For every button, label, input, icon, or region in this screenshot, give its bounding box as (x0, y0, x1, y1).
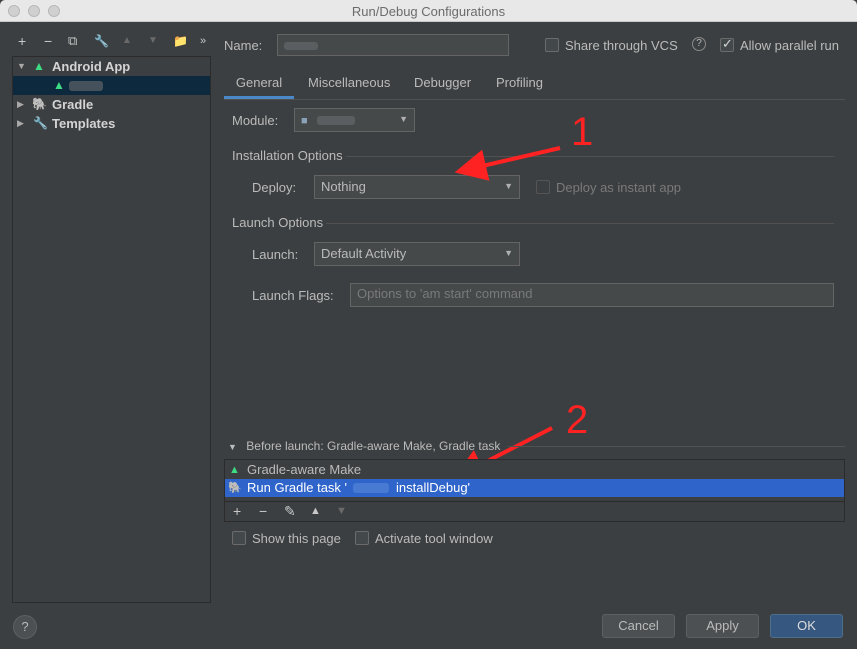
android-icon: ▲ (229, 464, 240, 476)
list-item-label: Run Gradle task ' (247, 480, 348, 495)
gradle-icon: 🐘 (228, 482, 242, 494)
annotation-arrows (452, 146, 561, 479)
run-debug-dialog: Run/Debug Configurations + − ⧉ 🔧 ▲ ▼ 📁 »… (0, 0, 857, 649)
annotation-number-1: 1 (571, 110, 594, 154)
activate-tool-window-checkbox[interactable] (355, 531, 369, 545)
add-task-icon[interactable]: + (233, 503, 241, 519)
help-button[interactable]: ? (13, 615, 37, 639)
ok-button[interactable]: OK (770, 614, 843, 638)
before-launch-title: Before launch: Gradle-aware Make, Gradle… (246, 439, 501, 453)
edit-task-pencil-icon[interactable]: ✎ (284, 503, 296, 520)
show-page-checkbox[interactable] (232, 531, 246, 545)
before-launch-header[interactable]: ▼ Before launch: Gradle-aware Make, Grad… (228, 439, 500, 453)
activate-tool-window-label: Activate tool window (375, 531, 493, 546)
move-down-icon[interactable]: ▼ (336, 505, 347, 517)
list-item-label: Gradle-aware Make (247, 462, 362, 477)
annotation-number-2: 2 (566, 398, 589, 442)
annotation-arrow-1 (454, 146, 561, 181)
section-divider (508, 446, 845, 447)
before-launch-toolbar: + − ✎ ▲ ▼ (225, 501, 844, 521)
show-page-label: Show this page (252, 531, 341, 546)
list-item-suffix: installDebug' (396, 480, 471, 495)
cancel-button[interactable]: Cancel (602, 614, 675, 638)
collapse-arrow-icon: ▼ (228, 442, 237, 452)
apply-button[interactable]: Apply (686, 614, 759, 638)
redacted-text (353, 483, 389, 493)
move-up-icon[interactable]: ▲ (310, 505, 321, 517)
list-item[interactable]: 🐘 Run Gradle task ' installDebug' (225, 479, 844, 497)
before-launch-list: ▲ Gradle-aware Make 🐘 Run Gradle task ' … (224, 459, 845, 522)
list-item[interactable]: ▲ Gradle-aware Make (225, 461, 844, 479)
remove-task-icon[interactable]: − (259, 503, 267, 519)
